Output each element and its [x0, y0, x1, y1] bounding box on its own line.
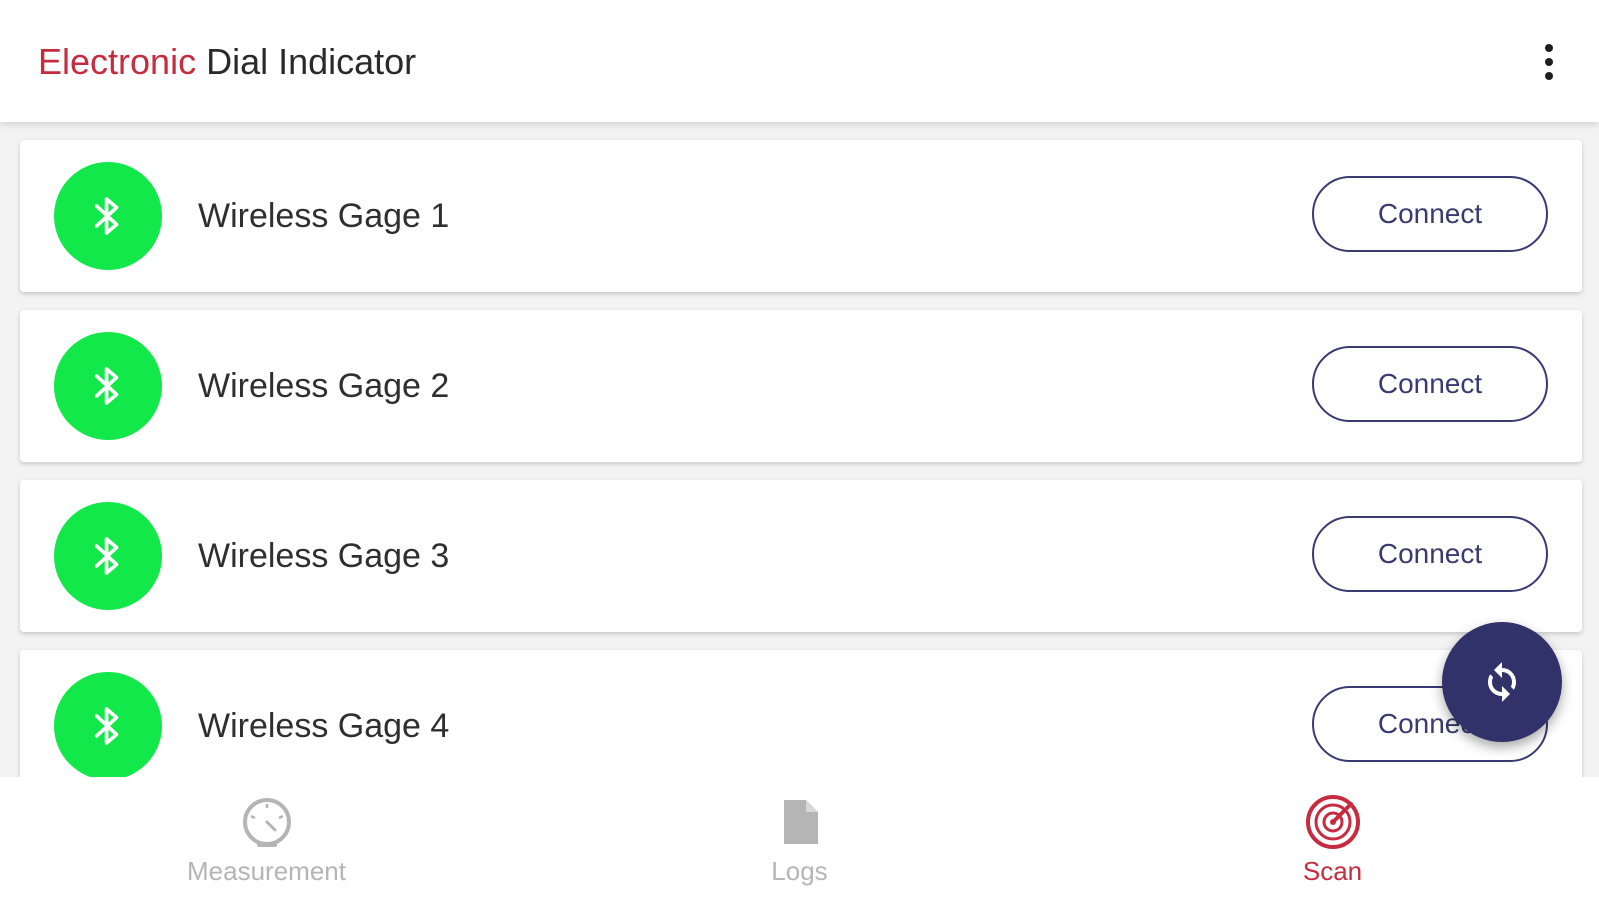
refresh-fab[interactable]	[1442, 622, 1562, 742]
menu-dot	[1545, 72, 1553, 80]
device-name: Wireless Gage 3	[198, 537, 450, 575]
bluetooth-icon	[54, 502, 162, 610]
device-card: Wireless Gage 4 Connect	[20, 650, 1582, 777]
bluetooth-icon	[54, 672, 162, 777]
app-root: Electronic Dial Indicator Wireless Gage …	[0, 0, 1599, 900]
connect-button[interactable]: Connect	[1312, 346, 1548, 422]
bluetooth-icon	[54, 162, 162, 270]
device-card: Wireless Gage 1 Connect	[20, 140, 1582, 292]
bluetooth-icon	[54, 332, 162, 440]
menu-dot	[1545, 58, 1553, 66]
bottom-navigation: Measurement Logs Scan	[0, 777, 1599, 900]
refresh-icon	[1488, 662, 1516, 702]
connect-button[interactable]: Connect	[1312, 516, 1548, 592]
nav-label: Scan	[1302, 856, 1363, 886]
bluetooth-glyph	[94, 367, 119, 405]
bluetooth-glyph	[94, 197, 119, 235]
device-name: Wireless Gage 2	[198, 367, 450, 405]
menu-dot	[1545, 44, 1553, 52]
document-icon	[770, 795, 830, 849]
app-title: Electronic Dial Indicator	[38, 38, 416, 86]
more-vert-icon[interactable]	[1529, 38, 1569, 86]
scan-glyph	[1305, 795, 1360, 849]
nav-label: Logs	[771, 856, 828, 886]
device-name: Wireless Gage 1	[198, 197, 450, 235]
device-name: Wireless Gage 4	[198, 707, 450, 745]
scan-icon	[1303, 795, 1363, 849]
gauge-glyph	[242, 798, 291, 847]
nav-item-logs[interactable]: Logs	[533, 777, 1066, 900]
app-title-accent: Electronic	[38, 41, 197, 82]
device-card: Wireless Gage 2 Connect	[20, 310, 1582, 462]
device-card: Wireless Gage 3 Connect	[20, 480, 1582, 632]
nav-label: Measurement	[187, 856, 346, 886]
app-title-rest: Dial Indicator	[206, 41, 417, 82]
nav-item-scan[interactable]: Scan	[1066, 777, 1599, 900]
bluetooth-glyph	[94, 537, 119, 575]
bluetooth-glyph	[94, 707, 119, 745]
connect-button[interactable]: Connect	[1312, 176, 1548, 252]
nav-item-measurement[interactable]: Measurement	[0, 777, 533, 900]
document-glyph	[783, 800, 818, 844]
device-list: Wireless Gage 1 Connect Wireless Gage 2 …	[0, 122, 1599, 777]
gauge-icon	[237, 795, 297, 849]
app-header: Electronic Dial Indicator	[0, 0, 1599, 122]
